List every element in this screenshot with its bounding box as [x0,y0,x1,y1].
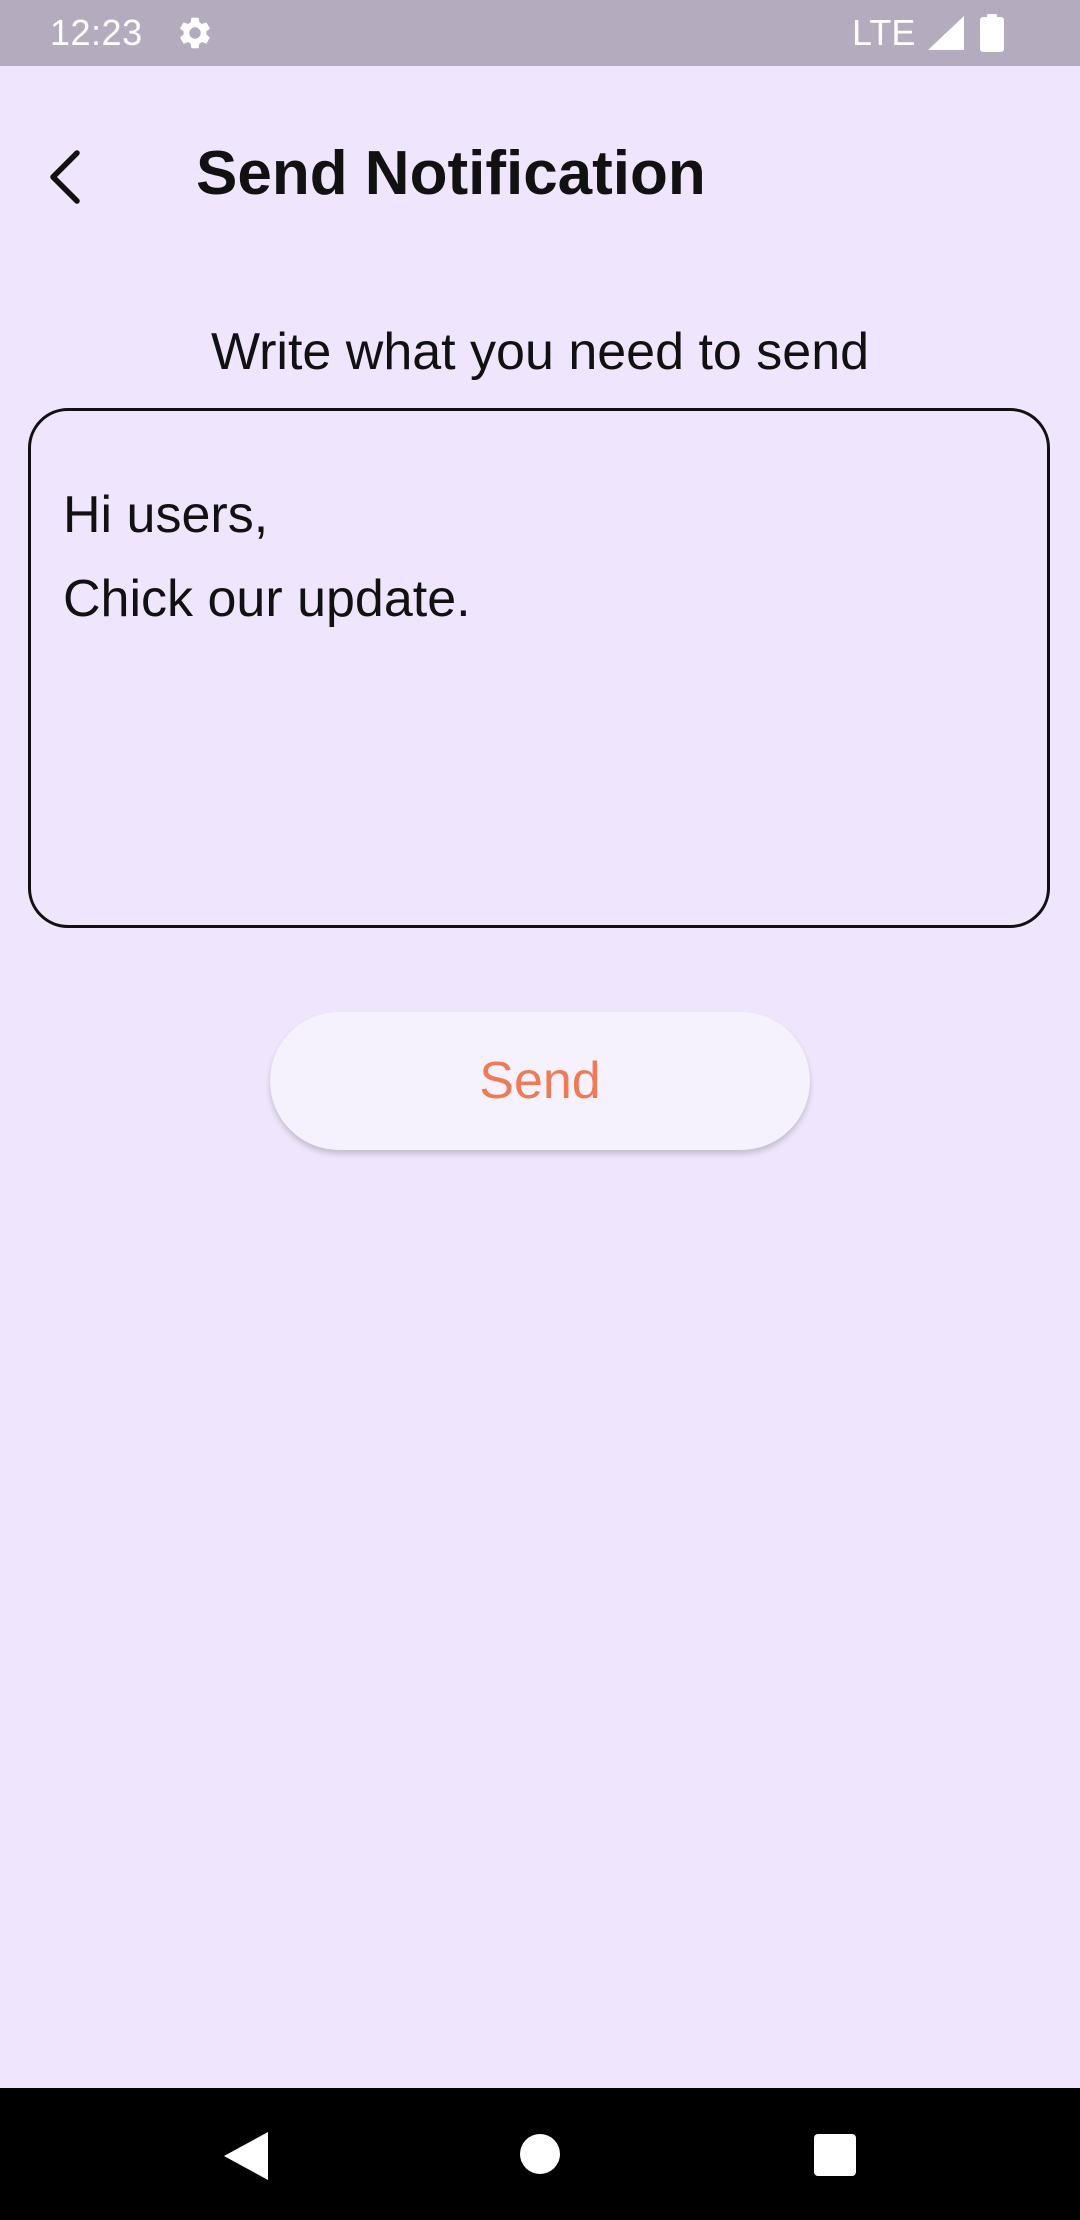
battery-icon [980,14,1004,52]
page-title: Send Notification [196,139,706,208]
nav-home-icon[interactable] [520,2134,560,2174]
message-prompt-label: Write what you need to send [210,323,870,381]
status-bar: 12:23 LTE [0,0,1080,66]
signal-icon [928,16,964,50]
status-time: 12:23 [50,12,143,53]
nav-recents-icon[interactable] [814,2134,856,2176]
settings-gear-icon [180,17,210,49]
back-button[interactable] [30,142,100,212]
message-input[interactable]: Hi users, Chick our update. [63,473,1015,905]
message-field[interactable]: Hi users, Chick our update. [28,408,1050,928]
system-nav-bar [0,2088,1080,2220]
nav-back-icon[interactable] [222,2132,268,2180]
chevron-left-icon [50,150,80,204]
top-app-bar: Send Notification [0,66,1080,286]
send-button[interactable]: Send [270,1012,810,1150]
network-type-label: LTE [852,12,916,53]
